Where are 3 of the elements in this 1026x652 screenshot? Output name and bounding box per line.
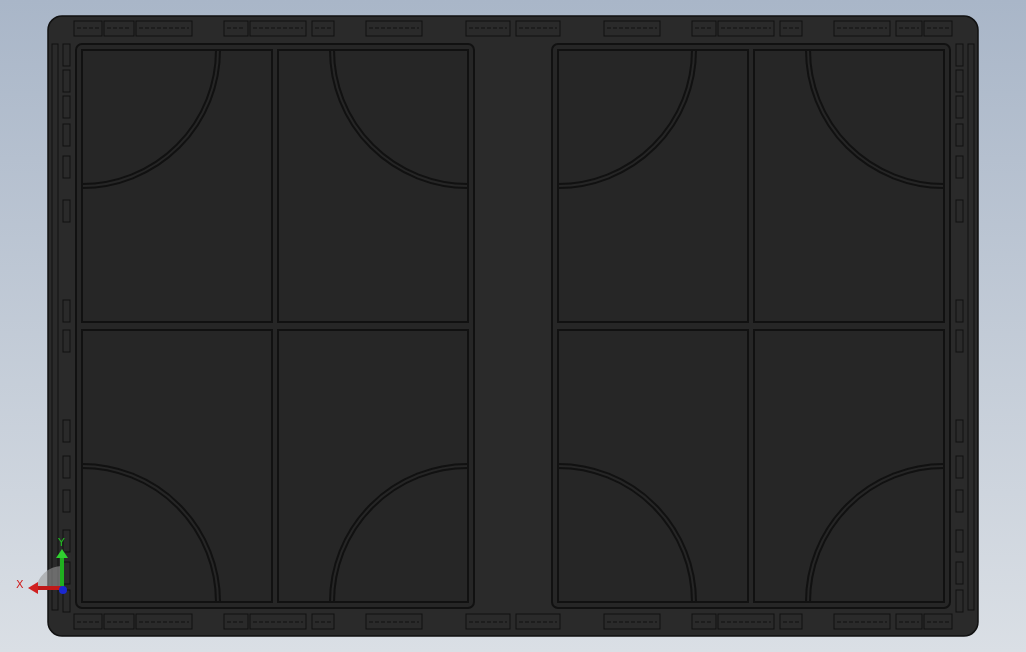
axis-triad-icon xyxy=(28,549,68,594)
axis-label: Y xyxy=(58,536,65,549)
axis-label: X xyxy=(16,578,24,591)
